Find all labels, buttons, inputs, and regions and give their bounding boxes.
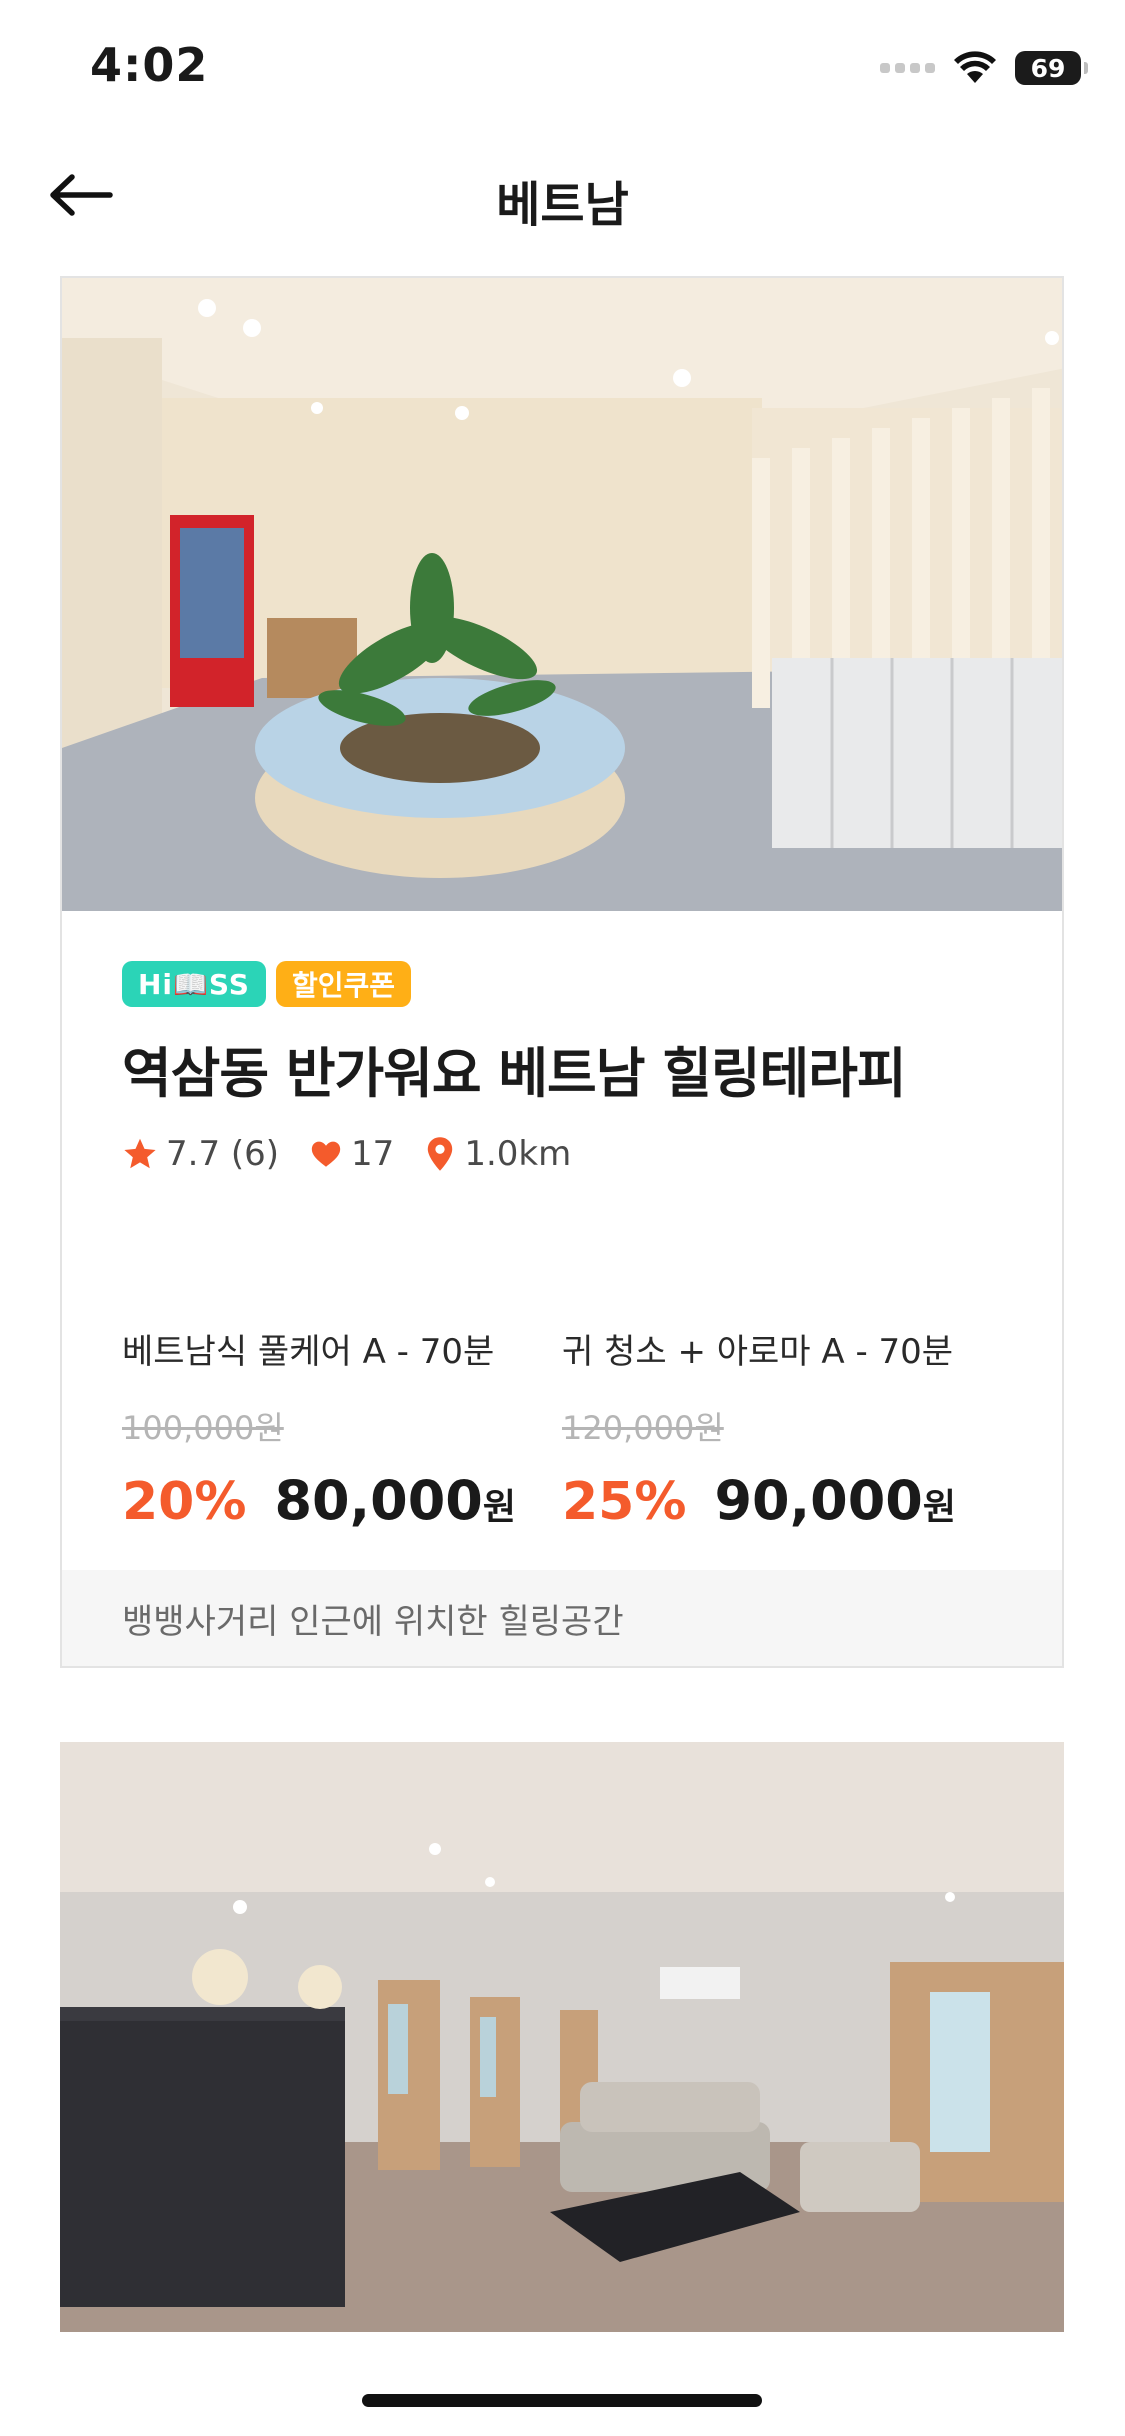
offer-price: 80,000 — [274, 1469, 483, 1532]
heart-icon — [311, 1141, 341, 1167]
offer-list: 베트남식 풀케어 A - 70분 100,000원 20% 80,000 원 귀 … — [122, 1324, 1002, 1532]
offer-currency: 원 — [482, 1487, 516, 1528]
rating-value: 7.7 (6) — [166, 1134, 280, 1174]
home-indicator[interactable] — [362, 2394, 762, 2407]
offer-discount: 25% — [562, 1472, 687, 1532]
shop-meta: 7.7 (6) 17 1.0km — [122, 1134, 1002, 1174]
offer-name: 귀 청소 + 아로마 A - 70분 — [562, 1332, 954, 1372]
likes: 17 — [309, 1134, 394, 1174]
shop-photo — [62, 278, 1062, 911]
offer-name: 베트남식 풀케어 A - 70분 — [122, 1332, 495, 1372]
battery-level: 69 — [1030, 53, 1066, 83]
coupon-badge: 할인쿠폰 — [275, 961, 412, 1007]
distance: 1.0km — [424, 1134, 571, 1174]
cellular-signal-icon — [880, 63, 935, 73]
shop-info: Hi📖SS 할인쿠폰 역삼동 반가워요 베트남 힐링테라피 7.7 (6) 17 — [62, 961, 1062, 1532]
nav-bar: 베트남 — [0, 135, 1125, 255]
shop-card[interactable]: Hi📖SS 할인쿠폰 역삼동 반가워요 베트남 힐링테라피 7.7 (6) 17 — [60, 276, 1064, 1668]
star-icon — [124, 1138, 156, 1169]
badge-row: Hi📖SS 할인쿠폰 — [122, 961, 1002, 1007]
offer-discount: 20% — [122, 1472, 247, 1532]
hipass-badge: Hi📖SS — [122, 961, 266, 1007]
offer-price-row: 25% 90,000 원 — [562, 1469, 1002, 1532]
offer-original-price: 120,000원 — [562, 1409, 724, 1447]
shop-name: 역삼동 반가워요 베트남 힐링테라피 — [122, 1042, 907, 1105]
shop-photo-next[interactable] — [60, 1742, 1064, 2332]
status-bar: 4:02 69 — [0, 0, 1125, 135]
battery-icon: 69 — [1015, 51, 1088, 85]
location-pin-icon — [428, 1137, 453, 1171]
offer-price: 90,000 — [714, 1469, 923, 1532]
offer-currency: 원 — [922, 1487, 956, 1528]
offer-original-price: 100,000원 — [122, 1409, 284, 1447]
status-time: 4:02 — [90, 38, 209, 92]
offer-price-row: 20% 80,000 원 — [122, 1469, 562, 1532]
offer-item[interactable]: 베트남식 풀케어 A - 70분 100,000원 20% 80,000 원 — [122, 1324, 562, 1532]
shop-description: 뱅뱅사거리 인근에 위치한 힐링공간 — [62, 1570, 1062, 1666]
likes-count: 17 — [351, 1134, 395, 1174]
wifi-icon — [954, 51, 996, 83]
page-title: 베트남 — [496, 177, 629, 233]
offer-item[interactable]: 귀 청소 + 아로마 A - 70분 120,000원 25% 90,000 원 — [562, 1324, 1002, 1532]
distance-value: 1.0km — [464, 1134, 572, 1174]
status-indicators: 69 — [880, 48, 1088, 88]
rating: 7.7 (6) — [122, 1134, 279, 1174]
